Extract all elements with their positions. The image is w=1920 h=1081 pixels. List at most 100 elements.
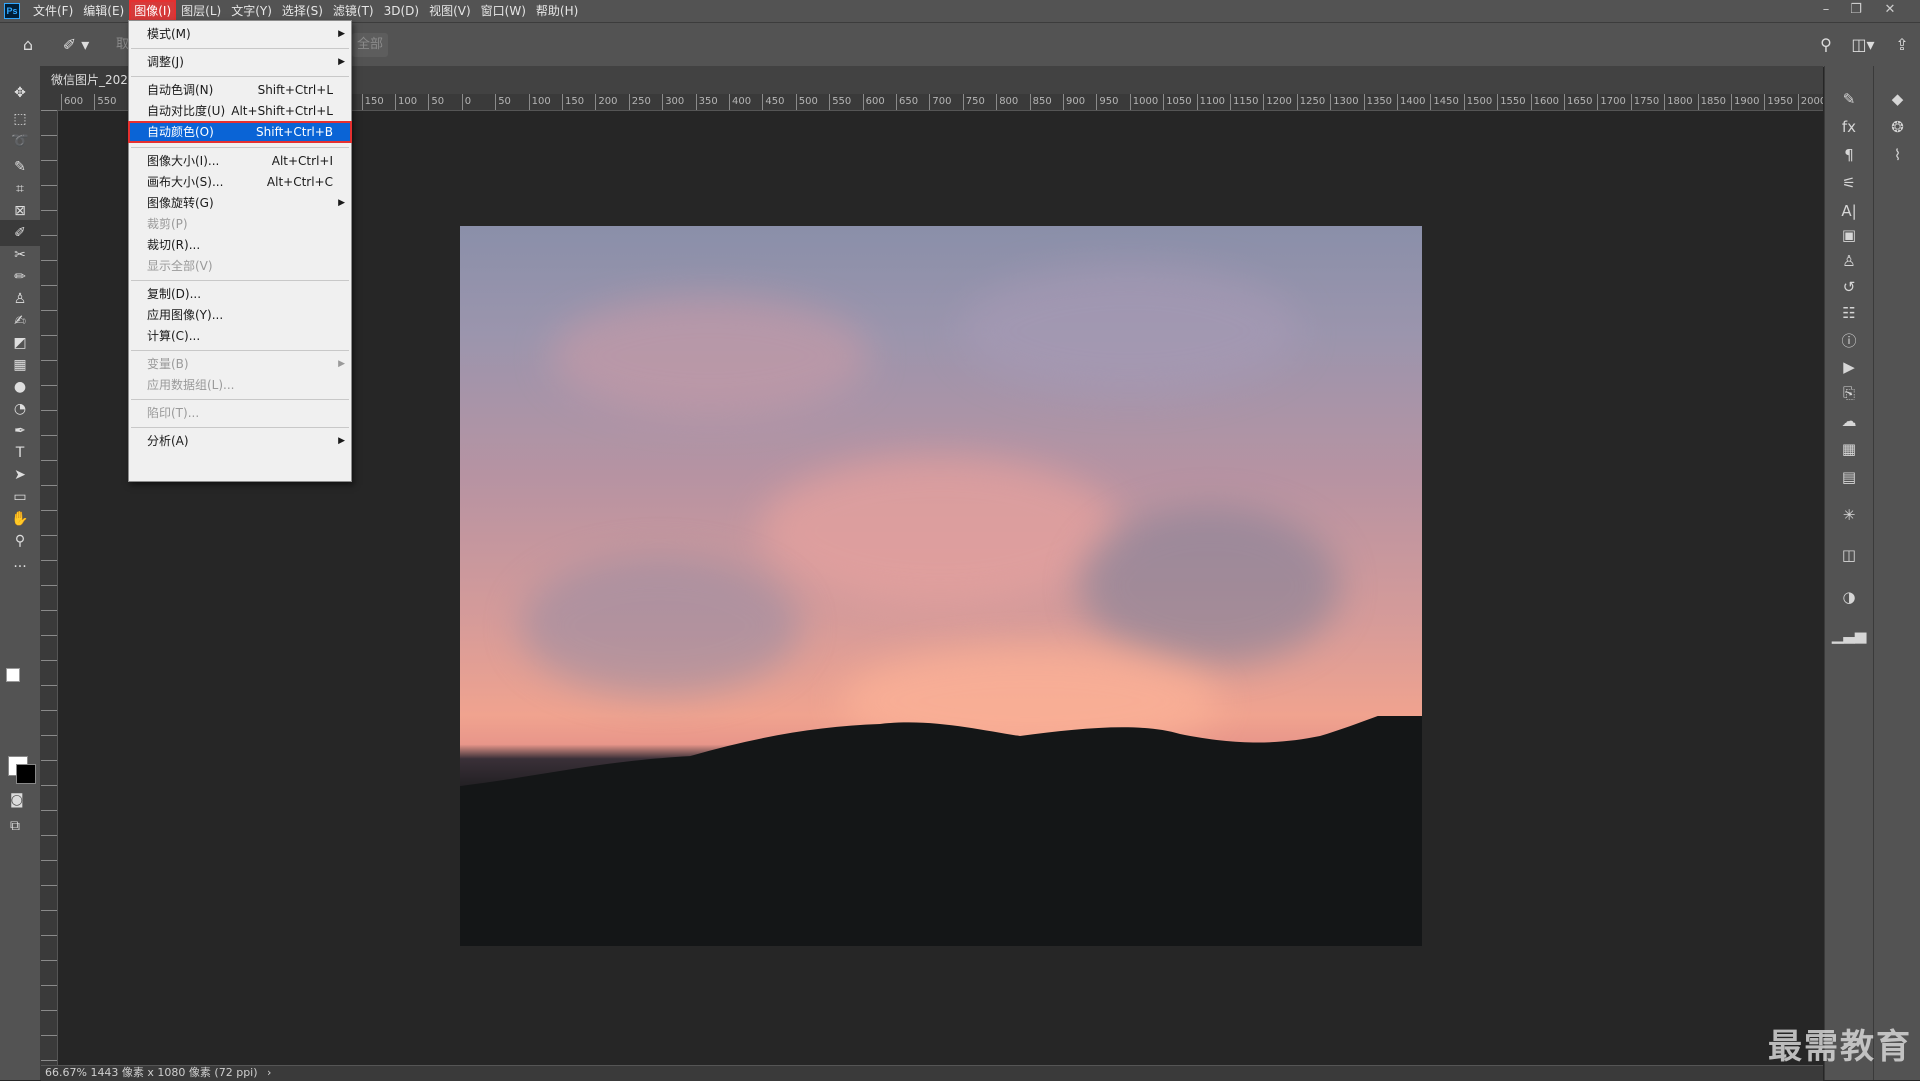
dropdown-item-shortcut: Alt+Ctrl+C [266,175,333,189]
ruler-tick-label: 1250 [1296,94,1325,110]
dropdown-item[interactable]: 调整(J) ▶ [129,52,351,72]
tool-preset-icon[interactable]: ✐ ▾ [56,23,96,67]
home-icon[interactable]: ⌂ [14,23,42,67]
ruler-tick [41,285,57,286]
clone-source-icon[interactable]: ♙ [1825,252,1873,270]
histogram-icon[interactable]: ▁▃▅ [1825,626,1873,644]
dropdown-item[interactable]: 复制(D)... [129,284,351,304]
swatches-icon[interactable]: ◫ [1825,546,1873,564]
search-icon[interactable]: ⚲ [1816,23,1836,67]
ruler-tick-label: 850 [1029,94,1052,110]
ruler-tick-label: 950 [1096,94,1118,110]
adjustments-icon[interactable]: ⚟ [1825,174,1873,192]
dropdown-item[interactable]: 裁切(R)... [129,235,351,255]
brush-settings-icon[interactable]: ✎ [1825,90,1873,108]
quick-mask-icon[interactable]: ◙ [10,792,24,808]
ruler-tick-label: 600 [862,94,885,110]
ruler-tick-label: 800 [996,94,1018,110]
dropdown-item: 显示全部(V) [129,256,351,276]
notes-icon[interactable]: ▤ [1825,468,1873,486]
dropdown-item-label: 自动色调(N) [147,83,214,97]
ruler-tick-label: 350 [695,94,718,110]
character-icon[interactable]: A| [1825,202,1873,220]
default-colors-icon[interactable] [6,668,20,682]
menu-separator [131,280,349,281]
dropdown-item[interactable]: 自动颜色(O) Shift+Ctrl+B [128,121,352,143]
channels-panel-icon[interactable]: ❂ [1874,118,1920,136]
menu-separator [131,350,349,351]
channels-icon[interactable]: ⎘ [1825,384,1873,402]
menu-item[interactable]: 视图(V) [424,0,476,22]
ruler-tick [41,210,57,211]
dropdown-item[interactable]: 分析(A) ▶ [129,431,351,451]
ruler-tick [41,410,57,411]
restore-icon[interactable]: ❐ [1842,0,1870,22]
dropdown-item[interactable]: 图像旋转(G) ▶ [129,193,351,213]
menu-item[interactable]: 文字(Y) [226,0,277,22]
ruler-tick [41,960,57,961]
ruler-tick-label: 100 [528,94,551,110]
actions-play-icon[interactable]: ▶ [1825,358,1873,376]
dropdown-item[interactable]: 模式(M) ▶ [129,24,351,44]
libraries-icon[interactable]: ▣ [1825,226,1873,244]
dropdown-item-label: 裁切(R)... [147,238,201,252]
history-icon[interactable]: ↺ [1825,278,1873,296]
dropdown-item-label: 计算(C)... [147,329,201,343]
dropdown-item-label: 图像旋转(G) [147,196,214,210]
ruler-tick [41,110,57,111]
3d-icon[interactable]: ☁ [1825,412,1873,430]
menu-item[interactable]: 文件(F) [28,0,78,22]
close-icon[interactable]: ✕ [1876,0,1904,22]
menu-item[interactable]: 滤镜(T) [328,0,379,22]
select-all-button[interactable]: 全部 [352,33,388,57]
dropdown-item[interactable]: 应用图像(Y)... [129,305,351,325]
timeline-icon[interactable]: ▦ [1825,440,1873,458]
menu-item[interactable]: 编辑(E) [78,0,129,22]
ruler-tick [41,335,57,336]
dropdown-item-label: 显示全部(V) [147,259,213,273]
menu-item[interactable]: 图像(I) [129,0,177,22]
ruler-tick [41,810,57,811]
background-color-swatch[interactable] [16,764,36,784]
dropdown-item[interactable]: 自动色调(N) Shift+Ctrl+L [129,80,351,100]
dropdown-item[interactable]: 图像大小(I)... Alt+Ctrl+I [129,151,351,171]
layers-icon[interactable]: ◆ [1874,90,1920,108]
dropdown-item: 陷印(T)... [129,403,351,423]
vertical-ruler[interactable] [41,110,58,1065]
lasso-tool-icon[interactable]: ➰ [0,128,40,154]
color-icon[interactable]: ◑ [1825,588,1873,606]
navigator-icon[interactable]: ✳ [1825,506,1873,524]
ruler-tick [41,1010,57,1011]
ruler-tick-label: 150 [361,94,384,110]
menu-separator [131,76,349,77]
screen-mode-icon[interactable]: ⧉ [10,818,20,834]
status-menu-arrow[interactable]: › [261,1066,271,1079]
dropdown-item-shortcut: Alt+Shift+Ctrl+L [231,104,333,118]
fx-styles-icon[interactable]: fx [1825,118,1873,136]
zoom-tool-icon[interactable]: ⚲ [0,528,40,554]
document-tab[interactable]: 微信图片_202 [41,66,141,94]
info-icon[interactable]: ⓘ [1825,330,1873,351]
menu-item[interactable]: 图层(L) [176,0,226,22]
dropdown-item[interactable]: 计算(C)... [129,326,351,346]
menu-item[interactable]: 帮助(H) [531,0,583,22]
dropdown-item-shortcut: Shift+Ctrl+B [256,125,333,139]
workspace-icon[interactable]: ◫▾ [1848,23,1878,67]
move-tool-icon[interactable]: ✥ [0,80,40,106]
document-canvas-image[interactable] [460,226,1422,946]
properties-icon[interactable]: ☷ [1825,304,1873,322]
dropdown-item[interactable]: 自动对比度(U) Alt+Shift+Ctrl+L [129,101,351,121]
ruler-tick-label: 1100 [1196,94,1225,110]
paragraph-icon[interactable]: ¶ [1825,146,1873,164]
ruler-tick [41,510,57,511]
menu-item[interactable]: 窗口(W) [476,0,531,22]
dropdown-item-label: 图像大小(I)... [147,154,220,168]
paths-icon[interactable]: ⌇ [1874,146,1920,164]
share-icon[interactable]: ⇪ [1890,23,1914,67]
menu-item[interactable]: 3D(D) [379,0,424,22]
more-tools-icon[interactable]: ··· [0,554,40,580]
minimize-icon[interactable]: – [1812,0,1840,22]
dropdown-item[interactable]: 画布大小(S)... Alt+Ctrl+C [129,172,351,192]
ruler-tick-label: 1500 [1463,94,1492,110]
menu-item[interactable]: 选择(S) [277,0,328,22]
